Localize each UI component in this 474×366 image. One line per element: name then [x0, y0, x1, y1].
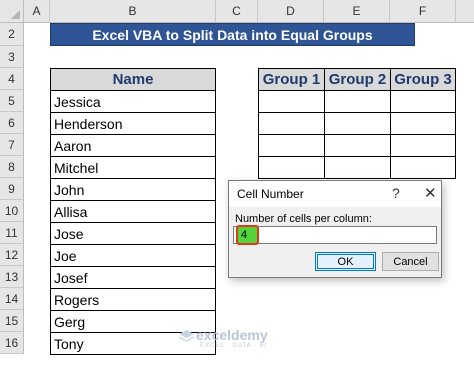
group-cell[interactable]	[324, 156, 391, 179]
ok-button[interactable]: OK	[315, 252, 376, 271]
column-header-a[interactable]: A	[24, 0, 50, 23]
exceldemy-logo-icon	[179, 330, 194, 342]
help-icon[interactable]: ?	[392, 185, 400, 201]
column-header-e[interactable]: E	[324, 0, 390, 23]
column-header-c[interactable]: C	[216, 0, 258, 23]
group-cell[interactable]	[258, 112, 325, 135]
row-header-14[interactable]: 14	[0, 288, 24, 310]
name-cell[interactable]: John	[50, 178, 216, 201]
column-header-b[interactable]: B	[50, 0, 216, 23]
group-cell[interactable]	[390, 112, 456, 135]
group-cell[interactable]	[390, 90, 456, 113]
group-cell[interactable]	[324, 112, 391, 135]
cell-number-dialog[interactable]: Cell Number ? ✕ Number of cells per colu…	[228, 180, 442, 278]
name-cell[interactable]: Mitchel	[50, 156, 216, 179]
name-cell[interactable]: Aaron	[50, 134, 216, 157]
row-header-4[interactable]: 4	[0, 68, 24, 90]
group-cell[interactable]	[390, 156, 456, 179]
row-header-10[interactable]: 10	[0, 200, 24, 222]
name-cell[interactable]: Henderson	[50, 112, 216, 135]
column-header-g-partial[interactable]	[456, 0, 474, 23]
row-header-15[interactable]: 15	[0, 310, 24, 332]
group-cell[interactable]	[258, 134, 325, 157]
row-header-11[interactable]: 11	[0, 222, 24, 244]
name-cell[interactable]: Allisa	[50, 200, 216, 223]
name-cell[interactable]: Jose	[50, 222, 216, 245]
close-icon[interactable]: ✕	[424, 184, 437, 202]
title-banner[interactable]: Excel VBA to Split Data into Equal Group…	[50, 23, 415, 46]
dialog-title: Cell Number	[237, 187, 304, 201]
name-header-cell[interactable]: Name	[50, 68, 216, 91]
name-cell[interactable]: Jessica	[50, 90, 216, 113]
name-cell[interactable]: Joe	[50, 244, 216, 267]
select-all-corner[interactable]	[0, 0, 24, 23]
name-cell[interactable]: Josef	[50, 266, 216, 289]
column-header-d[interactable]: D	[258, 0, 324, 23]
dialog-title-bar[interactable]: Cell Number ? ✕	[229, 181, 441, 207]
group-2-header[interactable]: Group 2	[324, 68, 391, 91]
cells-per-column-label: Number of cells per column:	[235, 213, 372, 225]
row-header-9[interactable]: 9	[0, 178, 24, 200]
watermark-brand: exceldemy	[196, 327, 268, 343]
group-cell[interactable]	[390, 134, 456, 157]
row-header-16[interactable]: 16	[0, 332, 24, 354]
row-header-2[interactable]: 2	[0, 23, 24, 46]
cancel-button[interactable]: Cancel	[382, 252, 439, 271]
select-all-icon	[11, 10, 20, 19]
row-header-8[interactable]: 8	[0, 156, 24, 178]
group-cell[interactable]	[324, 134, 391, 157]
group-cell[interactable]	[258, 90, 325, 113]
row-header-3[interactable]: 3	[0, 46, 24, 68]
row-header-6[interactable]: 6	[0, 112, 24, 134]
group-3-header[interactable]: Group 3	[390, 68, 456, 91]
cells-per-column-input[interactable]: 4	[233, 225, 437, 245]
name-cell[interactable]: Rogers	[50, 288, 216, 311]
input-value-highlight: 4	[236, 225, 259, 245]
row-header-12[interactable]: 12	[0, 244, 24, 266]
watermark-tagline: EXCEL · DATA · BI	[200, 343, 268, 349]
row-header-5[interactable]: 5	[0, 90, 24, 112]
row-header-13[interactable]: 13	[0, 266, 24, 288]
column-header-f[interactable]: F	[390, 0, 456, 23]
group-cell[interactable]	[258, 156, 325, 179]
group-1-header[interactable]: Group 1	[258, 68, 325, 91]
group-cell[interactable]	[324, 90, 391, 113]
row-header-7[interactable]: 7	[0, 134, 24, 156]
